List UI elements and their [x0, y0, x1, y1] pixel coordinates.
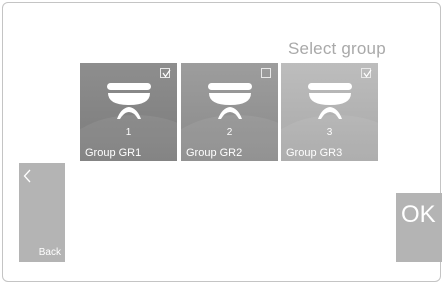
group-checkbox-gr3[interactable]	[361, 68, 372, 78]
group-tile-gr3[interactable]: 3 Group GR3	[281, 63, 378, 161]
back-label: Back	[38, 247, 61, 258]
ceiling-lamp-icon	[107, 83, 151, 119]
group-number: 3	[326, 127, 333, 138]
back-button[interactable]: Back	[19, 163, 65, 262]
chevron-left-icon	[23, 169, 31, 183]
ceiling-lamp-icon	[208, 83, 252, 119]
page-title: Select group	[288, 39, 386, 58]
group-tile-gr1[interactable]: 1 Group GR1	[80, 63, 177, 161]
check-icon	[162, 69, 171, 78]
group-label: Group GR3	[286, 147, 343, 159]
group-number: 2	[226, 127, 233, 138]
ok-label: OK	[401, 201, 436, 228]
check-icon	[363, 69, 372, 78]
group-tile-gr2[interactable]: 2 Group GR2	[181, 63, 278, 161]
group-number: 1	[125, 127, 132, 138]
ok-button[interactable]: OK	[396, 193, 442, 262]
group-label: Group GR1	[85, 147, 142, 159]
ceiling-lamp-icon	[308, 83, 352, 119]
group-checkbox-gr1[interactable]	[160, 68, 171, 78]
group-label: Group GR2	[186, 147, 243, 159]
screen-frame: Select group 1 Group GR1 2 Group GR2 3 G…	[2, 2, 442, 282]
group-checkbox-gr2[interactable]	[261, 68, 271, 78]
